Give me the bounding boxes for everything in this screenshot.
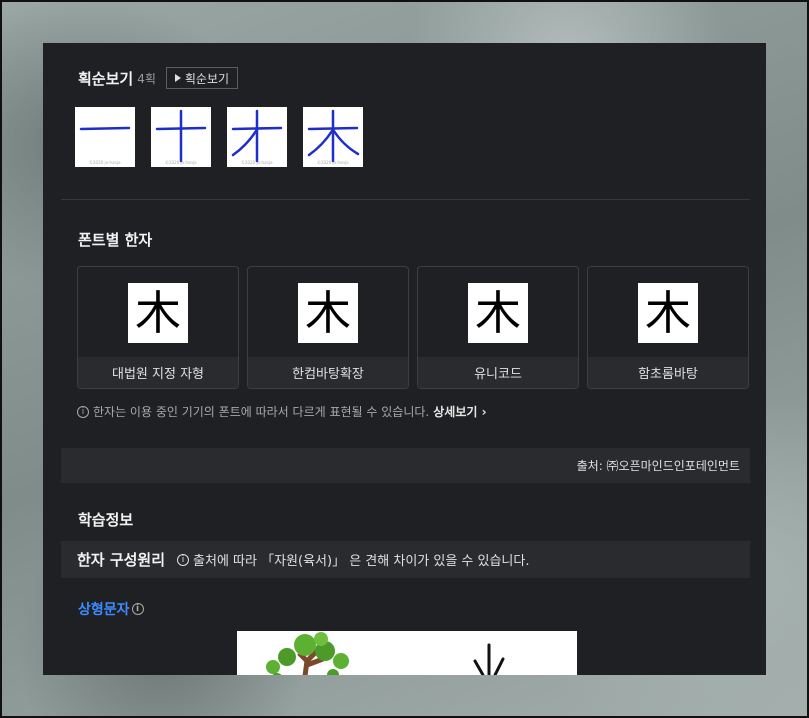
font-card-list: 木 대법원 지정 자형 木 한컴바탕확장 木 유니코드 木 함초롬바탕 bbox=[77, 266, 749, 389]
source-text: 출처: ㈜오픈마인드인포테인먼트 bbox=[576, 459, 740, 473]
font-name: 대법원 지정 자형 bbox=[78, 357, 238, 388]
stroke-frames: ©2020 jo-hanja ©2020 jo-hanja ©2020 jo-h… bbox=[75, 107, 363, 167]
detail-link[interactable]: 상세보기 › bbox=[433, 403, 486, 420]
font-note: i 한자는 이용 중인 기기의 폰트에 따라서 다르게 표현될 수 있습니다. … bbox=[77, 403, 487, 420]
stroke-4-icon bbox=[307, 109, 360, 163]
stroke-copyright: ©2020 jo-hanja bbox=[241, 160, 273, 165]
font-glyph-image: 木 bbox=[638, 283, 698, 343]
principle-title: 한자 구성원리 bbox=[77, 551, 166, 569]
pictograph-illustration bbox=[237, 631, 577, 675]
stroke-play-button[interactable]: 획순보기 bbox=[165, 67, 239, 89]
info-icon[interactable]: i bbox=[131, 603, 144, 615]
info-icon[interactable]: i bbox=[177, 553, 190, 566]
stroke-count: 4획 bbox=[137, 71, 156, 86]
font-glyph-image: 木 bbox=[298, 283, 358, 343]
info-icon: i bbox=[77, 405, 89, 418]
stroke-copyright: ©2020 jo-hanja bbox=[89, 160, 121, 165]
font-glyph: 木 bbox=[135, 286, 181, 340]
stroke-1-icon bbox=[79, 126, 131, 131]
font-card[interactable]: 木 함초롬바탕 bbox=[587, 266, 749, 389]
learning-title: 학습정보 bbox=[78, 511, 134, 529]
font-glyph: 木 bbox=[305, 286, 351, 340]
stroke-frame-2[interactable]: ©2020 jo-hanja bbox=[151, 107, 211, 167]
font-section-title: 폰트별 한자 bbox=[78, 231, 153, 249]
stroke-copyright: ©2020 jo-hanja bbox=[165, 160, 197, 165]
stroke-order-title: 획순보기 bbox=[78, 69, 134, 88]
stroke-copyright: ©2020 jo-hanja bbox=[317, 160, 349, 165]
stroke-frame-1[interactable]: ©2020 jo-hanja bbox=[75, 107, 135, 167]
font-glyph: 木 bbox=[645, 286, 691, 340]
font-name: 함초롬바탕 bbox=[588, 357, 748, 388]
source-bar: 출처: ㈜오픈마인드인포테인먼트 bbox=[61, 448, 750, 483]
hanja-info-panel: 획순보기 4획 획순보기 ©2020 jo-hanja ©2020 jo-han… bbox=[43, 43, 766, 675]
principle-note: i 출처에 따라 「자원(육서)」 은 견해 차이가 있을 수 있습니다. bbox=[177, 550, 530, 569]
stroke-play-label: 획순보기 bbox=[184, 71, 230, 86]
principle-note-text: 출처에 따라 「자원(육서)」 은 견해 차이가 있을 수 있습니다. bbox=[193, 554, 530, 569]
font-note-text: 한자는 이용 중인 기기의 폰트에 따라서 다르게 표현될 수 있습니다. bbox=[93, 405, 430, 419]
stroke-order-header: 획순보기 4획 획순보기 bbox=[78, 67, 239, 89]
stroke-frame-4[interactable]: ©2020 jo-hanja bbox=[303, 107, 363, 167]
pictograph-label[interactable]: 상형문자 i bbox=[78, 599, 148, 619]
tree-illustration-icon bbox=[266, 632, 505, 675]
stroke-3-icon bbox=[231, 109, 283, 163]
font-glyph-image: 木 bbox=[468, 283, 528, 343]
principle-bar: 한자 구성원리 i 출처에 따라 「자원(육서)」 은 견해 차이가 있을 수 … bbox=[61, 541, 750, 578]
font-glyph-image: 木 bbox=[128, 283, 188, 343]
font-name: 한컴바탕확장 bbox=[248, 357, 408, 388]
font-card[interactable]: 木 한컴바탕확장 bbox=[247, 266, 409, 389]
font-glyph: 木 bbox=[475, 286, 521, 340]
section-divider bbox=[61, 199, 750, 200]
play-icon bbox=[174, 74, 181, 82]
font-card[interactable]: 木 대법원 지정 자형 bbox=[77, 266, 239, 389]
font-card[interactable]: 木 유니코드 bbox=[417, 266, 579, 389]
stroke-2-icon bbox=[155, 109, 207, 163]
font-name: 유니코드 bbox=[418, 357, 578, 388]
pictograph-text: 상형문자 bbox=[78, 602, 130, 618]
stroke-frame-3[interactable]: ©2020 jo-hanja bbox=[227, 107, 287, 167]
